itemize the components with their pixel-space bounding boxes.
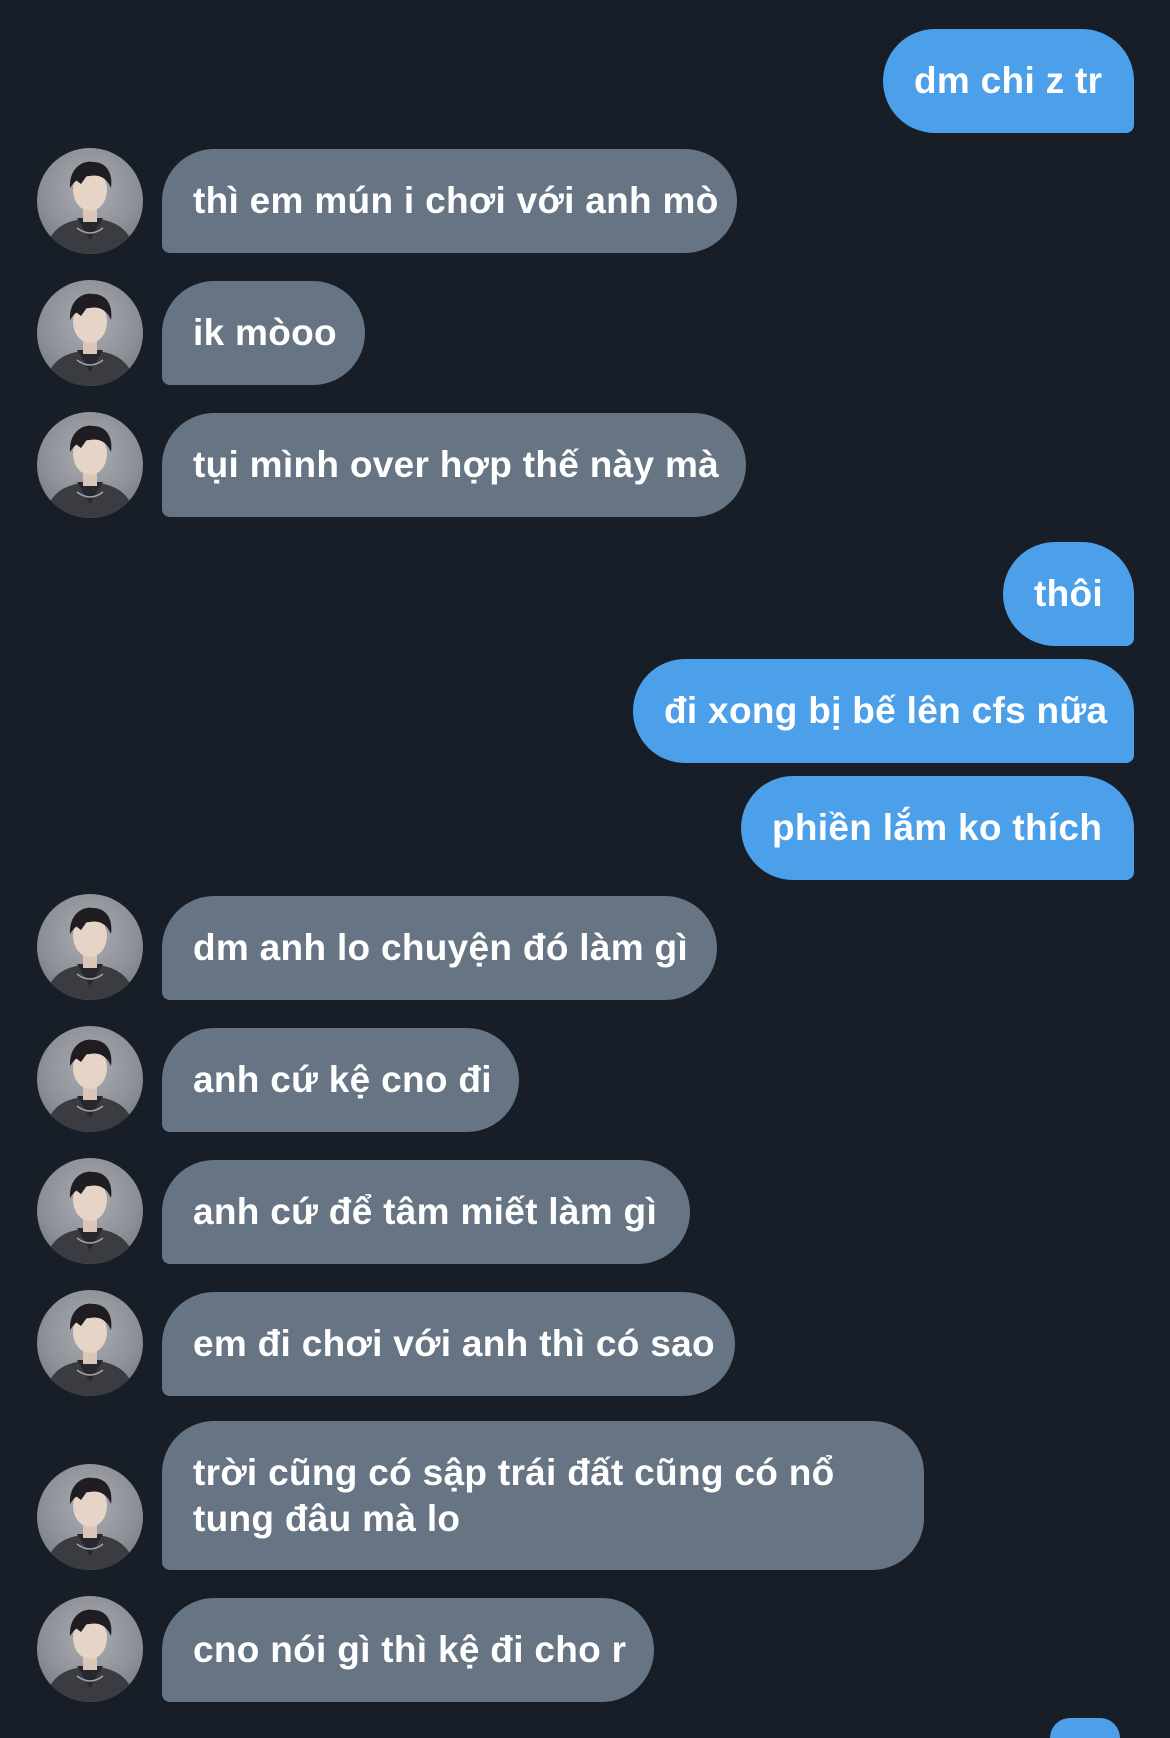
message-bubble-received[interactable]: trời cũng có sập trái đất cũng có nổ tun… (162, 1421, 924, 1570)
message-text: tụi mình over hợp thế này mà (193, 444, 720, 485)
message-bubble-received[interactable]: em đi chơi với anh thì có sao (162, 1292, 735, 1396)
message-bubble-received[interactable]: anh cứ kệ cno đi (162, 1028, 519, 1132)
person-portrait-icon (45, 1039, 135, 1132)
contact-avatar-icon[interactable] (37, 1026, 143, 1132)
contact-avatar-icon[interactable] (37, 412, 143, 518)
contact-avatar-icon[interactable] (37, 280, 143, 386)
message-bubble-received[interactable]: dm anh lo chuyện đó làm gì (162, 896, 717, 1000)
person-portrait-icon (45, 1609, 135, 1702)
message-text: trời cũng có sập trái đất cũng có nổ tun… (193, 1451, 835, 1539)
person-portrait-icon (45, 907, 135, 1000)
contact-avatar-icon[interactable] (37, 1464, 143, 1570)
person-portrait-icon (45, 1303, 135, 1396)
message-bubble-sent[interactable]: dm chi z tr (883, 29, 1134, 133)
contact-avatar-icon[interactable] (37, 1596, 143, 1702)
message-text: dm anh lo chuyện đó làm gì (193, 927, 689, 968)
message-bubble-received[interactable]: thì em mún i chơi với anh mò (162, 149, 737, 253)
message-bubble-received[interactable]: anh cứ để tâm miết làm gì (162, 1160, 690, 1264)
message-text: thì em mún i chơi với anh mò (193, 180, 719, 221)
person-portrait-icon (45, 1477, 135, 1570)
message-bubble-received[interactable]: cno nói gì thì kệ đi cho r (162, 1598, 654, 1702)
message-bubble-sent[interactable]: đi xong bị bế lên cfs nữa (633, 659, 1134, 763)
message-text: anh cứ kệ cno đi (193, 1059, 492, 1100)
message-text: ik mòoo (193, 312, 337, 353)
message-bubble-received[interactable]: tụi mình over hợp thế này mà (162, 413, 746, 517)
message-text: đi xong bị bế lên cfs nữa (664, 690, 1108, 731)
person-portrait-icon (45, 1171, 135, 1264)
message-text: dm chi z tr (914, 60, 1103, 101)
contact-avatar-icon[interactable] (37, 1158, 143, 1264)
message-bubble-received[interactable]: ik mòoo (162, 281, 365, 385)
message-text: phiền lắm ko thích (772, 807, 1103, 848)
message-text: thôi (1034, 573, 1104, 614)
contact-avatar-icon[interactable] (37, 148, 143, 254)
person-portrait-icon (45, 425, 135, 518)
person-portrait-icon (45, 161, 135, 254)
message-text: cno nói gì thì kệ đi cho r (193, 1629, 627, 1670)
person-portrait-icon (45, 293, 135, 386)
message-bubble-sent[interactable]: thôi (1003, 542, 1134, 646)
message-bubble-sent-partial[interactable] (1050, 1718, 1120, 1738)
contact-avatar-icon[interactable] (37, 1290, 143, 1396)
contact-avatar-icon[interactable] (37, 894, 143, 1000)
message-text: em đi chơi với anh thì có sao (193, 1323, 715, 1364)
message-bubble-sent[interactable]: phiền lắm ko thích (741, 776, 1134, 880)
message-text: anh cứ để tâm miết làm gì (193, 1191, 658, 1232)
